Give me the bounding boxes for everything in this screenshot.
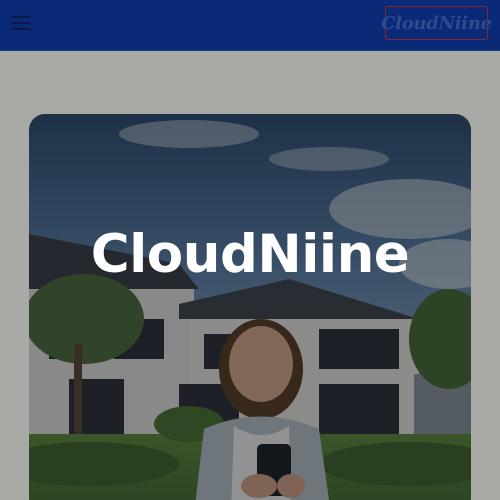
logo-text: CloudNiine [381, 12, 492, 34]
top-navbar: CloudNiine [0, 0, 500, 51]
hero-banner: CloudNiine [29, 114, 471, 500]
hero-overlay [29, 114, 471, 500]
hero-title: CloudNiine [90, 224, 410, 285]
hamburger-menu-icon[interactable] [10, 14, 32, 32]
logo-button[interactable]: CloudNiine [381, 6, 492, 40]
